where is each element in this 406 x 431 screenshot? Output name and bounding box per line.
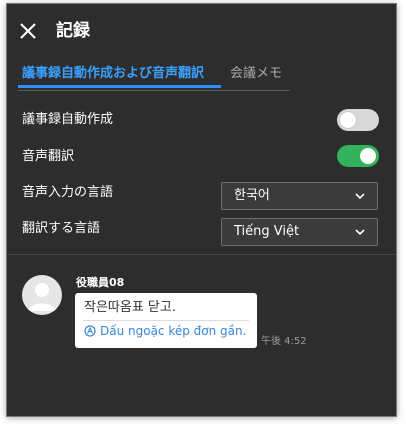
close-icon [20,23,36,39]
input-language-label: 音声入力の言語 [22,185,114,200]
translation-language-value: Tiếng Việt [234,224,300,239]
toggle-knob [360,148,376,164]
tab-minutes-translation[interactable]: 議事録自動作成および音声翻訳 [18,64,221,88]
section-divider [7,254,396,255]
translation-language-select[interactable]: Tiếng Việt [221,218,378,246]
chevron-down-icon [355,229,365,236]
input-language-select[interactable]: 한국어 [221,182,378,210]
auto-minutes-toggle[interactable] [337,109,379,131]
panel-title: 記録 [56,21,90,41]
avatar [22,275,62,315]
voice-translation-toggle[interactable] [337,145,379,167]
user-avatar-icon [28,283,56,311]
input-language-value: 한국어 [234,188,270,203]
message-sender: 役職員08 [76,276,125,289]
tab-meeting-notes[interactable]: 会議メモ [230,64,282,88]
toggle-knob [340,112,356,128]
voice-translation-label: 音声翻訳 [22,149,75,164]
translated-text: Dấu ngoặc kép đơn gần. [100,324,247,338]
panel-header: 記録 [7,4,396,54]
chevron-down-icon [355,193,365,200]
message-timestamp: 午後 4:52 [261,336,307,347]
record-panel: 記録 議事録自動作成および音声翻訳 会議メモ 議事録自動作成 音声翻訳 音声入力… [6,3,397,417]
bubble-divider [83,320,249,321]
auto-minutes-label: 議事録自動作成 [22,112,114,127]
close-button[interactable] [19,22,37,40]
translation-language-label: 翻訳する言語 [22,221,101,236]
message-bubble: 작은따옴표 닫고. Dấu ngoặc kép đơn gần. [75,293,257,348]
tab-bar: 議事録自動作成および音声翻訳 会議メモ [18,64,290,91]
translate-icon [84,325,96,337]
original-text: 작은따옴표 닫고. [84,300,176,315]
